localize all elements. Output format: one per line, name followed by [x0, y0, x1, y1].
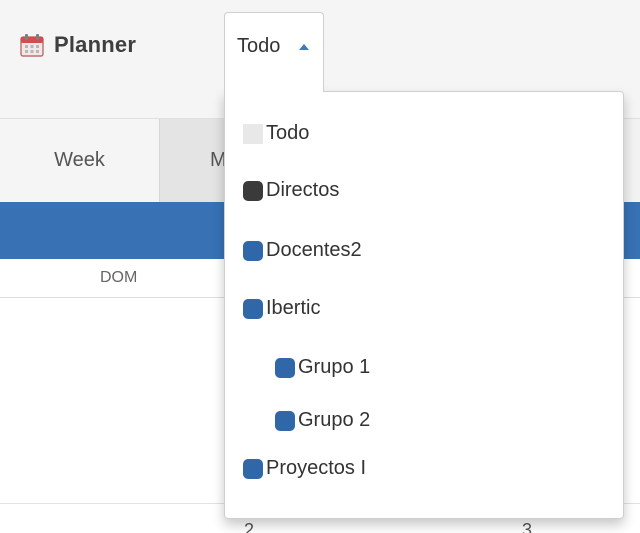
color-swatch-icon: [243, 298, 263, 319]
menu-item-label: Todo: [266, 122, 310, 144]
caret-up-icon: [299, 44, 309, 50]
calendar-filter-menu: Todo Directos Docentes2 Ibertic Grupo 1 …: [224, 91, 624, 519]
menu-item-label: Proyectos I: [266, 457, 367, 479]
color-swatch-icon: [275, 357, 295, 378]
planner-screen: Planner Todo Week M DOM 2 3 Todo Directo…: [0, 0, 640, 533]
menu-item-proyectos-i[interactable]: Proyectos I: [243, 457, 366, 480]
menu-item-todo[interactable]: Todo: [243, 122, 309, 145]
calendar-icon: [20, 34, 44, 57]
menu-item-docentes2[interactable]: Docentes2: [243, 239, 362, 262]
filter-dropdown-label: Todo: [237, 35, 281, 57]
menu-item-label: Grupo 1: [298, 356, 371, 378]
menu-item-label: Grupo 2: [298, 409, 371, 431]
color-swatch-icon: [243, 458, 263, 479]
week-view-button[interactable]: Week: [0, 119, 160, 202]
app-title: Planner: [54, 32, 137, 57]
week-view-label: Week: [54, 149, 105, 171]
brand[interactable]: Planner: [20, 32, 136, 58]
date-number[interactable]: 3: [522, 520, 532, 533]
color-swatch-icon: [243, 240, 263, 261]
menu-item-grupo-2[interactable]: Grupo 2: [275, 409, 370, 432]
menu-item-label: Directos: [266, 179, 340, 201]
menu-item-ibertic[interactable]: Ibertic: [243, 297, 320, 320]
color-swatch-icon: [243, 180, 263, 201]
day-label-sunday: DOM: [100, 269, 138, 286]
date-number[interactable]: 2: [244, 520, 254, 533]
menu-item-grupo-1[interactable]: Grupo 1: [275, 356, 370, 379]
menu-item-label: Docentes2: [266, 239, 362, 261]
dropdown-connector: [225, 89, 323, 93]
menu-item-directos[interactable]: Directos: [243, 179, 339, 202]
filter-dropdown-toggle[interactable]: Todo: [224, 12, 324, 92]
color-swatch-icon: [243, 123, 263, 144]
color-swatch-icon: [275, 410, 295, 431]
menu-item-label: Ibertic: [266, 297, 321, 319]
